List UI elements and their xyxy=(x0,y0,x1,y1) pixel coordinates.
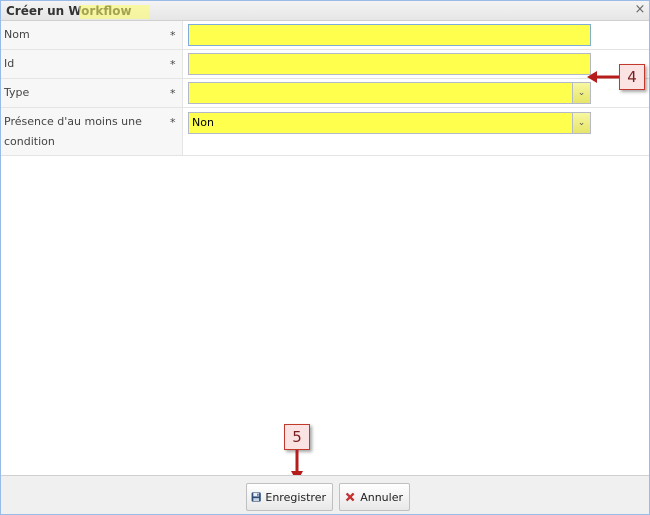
callout-4-arrow xyxy=(587,71,619,83)
save-button-label: Enregistrer xyxy=(265,490,326,504)
form-row-id: Id * xyxy=(1,50,649,79)
dialog-footer: Enregistrer Annuler xyxy=(1,475,649,514)
cancel-button-label: Annuler xyxy=(360,490,403,504)
floppy-disk-icon xyxy=(251,492,261,502)
dialog-titlebar: Créer un Workflow × xyxy=(1,1,649,21)
field-label-id: Id xyxy=(4,57,15,70)
save-button[interactable]: Enregistrer xyxy=(246,483,333,511)
nom-input[interactable] xyxy=(188,24,591,46)
close-icon[interactable]: × xyxy=(633,3,647,17)
field-label-nom: Nom xyxy=(4,28,30,41)
label-cell-condition: Présence d'au moins une condition * xyxy=(1,108,183,155)
red-x-icon xyxy=(345,492,355,502)
required-mark-type: * xyxy=(170,87,176,100)
label-cell-id: Id * xyxy=(1,50,183,78)
field-label-type: Type xyxy=(4,86,30,99)
dialog-title: Créer un Workflow xyxy=(6,4,132,18)
chevron-down-icon[interactable]: ⌄ xyxy=(572,113,590,133)
create-workflow-dialog: Créer un Workflow × Nom * Id * Type * ⌄ … xyxy=(0,0,650,515)
type-combo[interactable]: ⌄ xyxy=(188,82,591,104)
form-row-condition: Présence d'au moins une condition * Non … xyxy=(1,108,649,156)
required-mark-id: * xyxy=(170,58,176,71)
condition-combo-value: Non xyxy=(192,116,214,129)
required-mark-condition: * xyxy=(170,116,176,129)
callout-4: 4 xyxy=(619,64,645,90)
required-mark-nom: * xyxy=(170,29,176,42)
id-input[interactable] xyxy=(188,53,591,75)
callout-5: 5 xyxy=(284,424,310,450)
cancel-button[interactable]: Annuler xyxy=(339,483,410,511)
condition-combo[interactable]: Non ⌄ xyxy=(188,112,591,134)
label-cell-nom: Nom * xyxy=(1,21,183,49)
label-cell-type: Type * xyxy=(1,79,183,107)
field-label-condition: Présence d'au moins une condition xyxy=(4,115,142,148)
form-row-nom: Nom * xyxy=(1,21,649,50)
form-row-type: Type * ⌄ xyxy=(1,79,649,108)
